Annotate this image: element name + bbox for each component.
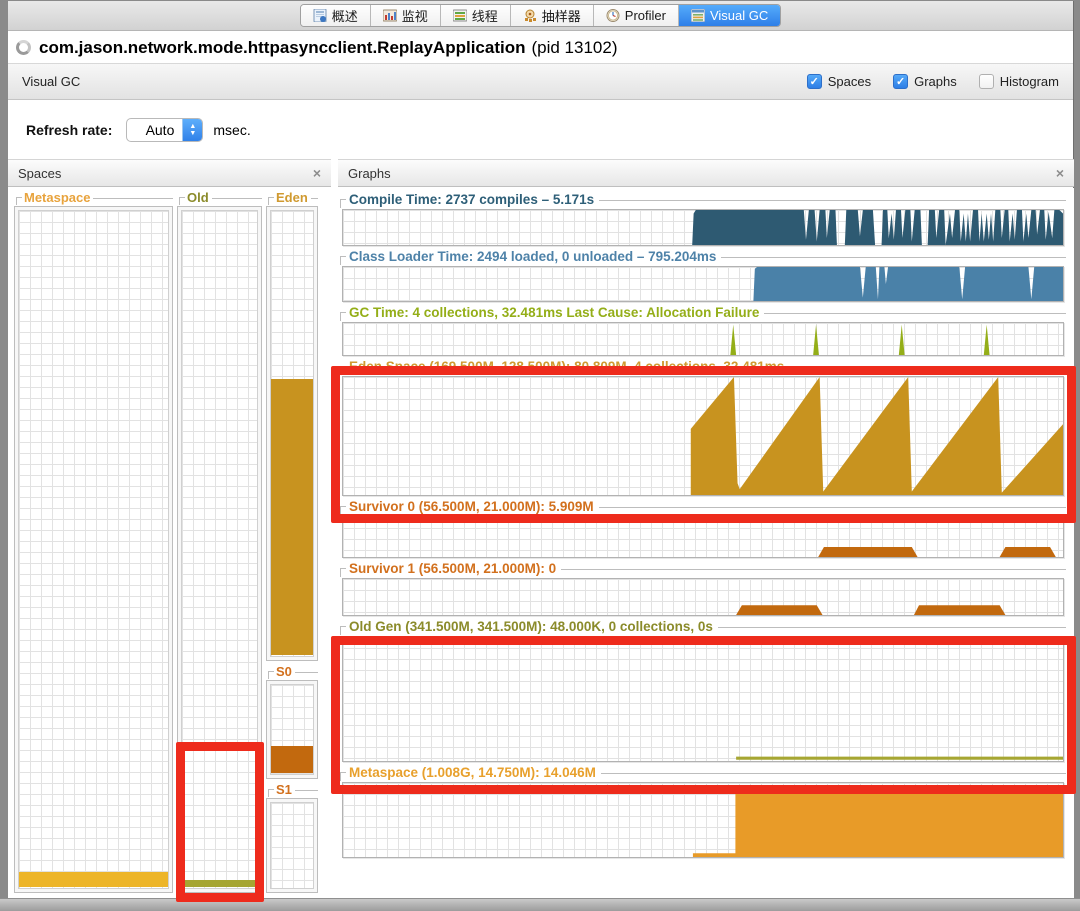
checkbox-label: Spaces xyxy=(827,74,872,89)
old-column-label: Old xyxy=(177,191,262,205)
refresh-rate-select[interactable]: Auto ▲ ▼ xyxy=(126,118,204,142)
profiler-icon xyxy=(606,9,620,22)
s0-column-label: S0 xyxy=(266,665,318,679)
application-title: com.jason.network.mode.httpasyncclient.R… xyxy=(39,37,526,57)
refresh-rate-row: Refresh rate: Auto ▲ ▼ msec. xyxy=(8,101,1073,159)
metaspace-fill-bar xyxy=(19,872,168,887)
old-column: Old xyxy=(177,191,262,893)
survivor1-title: Survivor 1 (56.500M, 21.000M): 0 xyxy=(340,561,1066,577)
refresh-rate-label: Refresh rate: xyxy=(26,122,113,138)
s0-fill-bar xyxy=(271,746,313,773)
eden-column-label: Eden xyxy=(266,191,318,205)
visualvm-window: 概述 监视 线程 抽样器 Profiler Visual GC com.jaso… xyxy=(0,0,1080,911)
loading-spinner-icon xyxy=(16,40,31,55)
s0-column: S0 xyxy=(266,665,318,779)
sampler-icon xyxy=(524,9,536,22)
metaspace-graph: Metaspace (1.008G, 14.750M): 14.046M xyxy=(340,765,1066,858)
histogram-checkbox[interactable]: Histogram xyxy=(978,74,1059,89)
visualgc-toolbar-title: Visual GC xyxy=(22,74,81,89)
s1-column: S1 xyxy=(266,783,318,893)
compile-time-graph: Compile Time: 2737 compiles – 5.171s xyxy=(340,192,1066,246)
tab-label: 线程 xyxy=(471,9,498,24)
graphs-panel-header: Graphs × xyxy=(338,159,1074,187)
eden-space-title: Eden Space (169.500M, 128.500M): 80.809M… xyxy=(340,359,1066,375)
checkbox-label: Histogram xyxy=(999,74,1059,89)
tab-group: 概述 监视 线程 抽样器 Profiler Visual GC xyxy=(299,4,782,27)
tab-bar: 概述 监视 线程 抽样器 Profiler Visual GC xyxy=(8,1,1073,31)
checkbox-icon xyxy=(806,74,822,89)
eden-space-graph: Eden Space (169.500M, 128.500M): 80.809M… xyxy=(340,359,1066,496)
gc-time-title: GC Time: 4 collections, 32.481ms Last Ca… xyxy=(340,305,1066,321)
tab-label: 概述 xyxy=(331,9,358,24)
tab-monitor[interactable]: 监视 xyxy=(370,5,441,26)
tab-label: Visual GC xyxy=(709,8,769,23)
tab-sampler[interactable]: 抽样器 xyxy=(510,5,594,26)
eden-fill-bar xyxy=(271,379,313,655)
old-gen-title: Old Gen (341.500M, 341.500M): 48.000K, 0… xyxy=(340,619,1066,635)
window-frame-bottom xyxy=(0,898,1080,911)
old-fill-bar xyxy=(182,880,257,887)
s1-column-label: S1 xyxy=(266,783,318,797)
class-loader-time-graph: Class Loader Time: 2494 loaded, 0 unload… xyxy=(340,249,1066,302)
close-icon[interactable]: × xyxy=(313,165,321,181)
graphs-panel-body: Compile Time: 2737 compiles – 5.171s Cla… xyxy=(338,188,1074,899)
spaces-panel-title: Spaces xyxy=(18,165,62,181)
overview-icon xyxy=(313,9,327,22)
spaces-checkbox[interactable]: Spaces xyxy=(806,74,872,89)
stepper-icon[interactable]: ▲ ▼ xyxy=(182,119,203,141)
tab-visual-gc[interactable]: Visual GC xyxy=(678,5,781,26)
class-loader-title: Class Loader Time: 2494 loaded, 0 unload… xyxy=(340,249,1066,265)
tab-label: Profiler xyxy=(624,8,666,23)
graphs-checkbox[interactable]: Graphs xyxy=(893,74,957,89)
tab-threads[interactable]: 线程 xyxy=(440,5,511,26)
application-pid: (pid 13102) xyxy=(531,37,618,57)
application-title-row: com.jason.network.mode.httpasyncclient.R… xyxy=(8,32,1073,63)
eden-column: Eden xyxy=(266,191,318,661)
tab-profiler[interactable]: Profiler xyxy=(593,5,679,26)
checkbox-label: Graphs xyxy=(914,74,957,89)
survivor0-title: Survivor 0 (56.500M, 21.000M): 5.909M xyxy=(340,499,1066,515)
visualgc-icon xyxy=(690,9,705,22)
gc-time-graph: GC Time: 4 collections, 32.481ms Last Ca… xyxy=(340,305,1066,356)
tab-overview[interactable]: 概述 xyxy=(300,5,371,26)
tab-label: 抽样器 xyxy=(541,9,581,24)
metaspace-column-label: Metaspace xyxy=(14,191,173,205)
spaces-panel-header: Spaces × xyxy=(8,159,331,187)
metaspace-graph-title: Metaspace (1.008G, 14.750M): 14.046M xyxy=(340,765,1066,781)
metaspace-column: Metaspace xyxy=(14,191,173,893)
close-icon[interactable]: × xyxy=(1056,165,1064,181)
visualgc-toolbar: Visual GC Spaces Graphs Histogram xyxy=(8,63,1073,100)
checkbox-icon xyxy=(978,74,994,89)
refresh-rate-value: Auto xyxy=(145,122,175,138)
checkbox-icon xyxy=(893,74,909,89)
monitor-icon xyxy=(382,9,397,22)
survivor0-graph: Survivor 0 (56.500M, 21.000M): 5.909M xyxy=(340,499,1066,558)
survivor1-graph: Survivor 1 (56.500M, 21.000M): 0 xyxy=(340,561,1066,616)
tab-label: 监视 xyxy=(401,9,428,24)
compile-time-title: Compile Time: 2737 compiles – 5.171s xyxy=(340,192,1066,208)
graphs-panel-title: Graphs xyxy=(348,165,391,181)
old-gen-graph: Old Gen (341.500M, 341.500M): 48.000K, 0… xyxy=(340,619,1066,762)
refresh-rate-unit: msec. xyxy=(213,122,251,138)
main-window: 概述 监视 线程 抽样器 Profiler Visual GC com.jaso… xyxy=(8,1,1074,899)
threads-icon xyxy=(452,9,467,22)
